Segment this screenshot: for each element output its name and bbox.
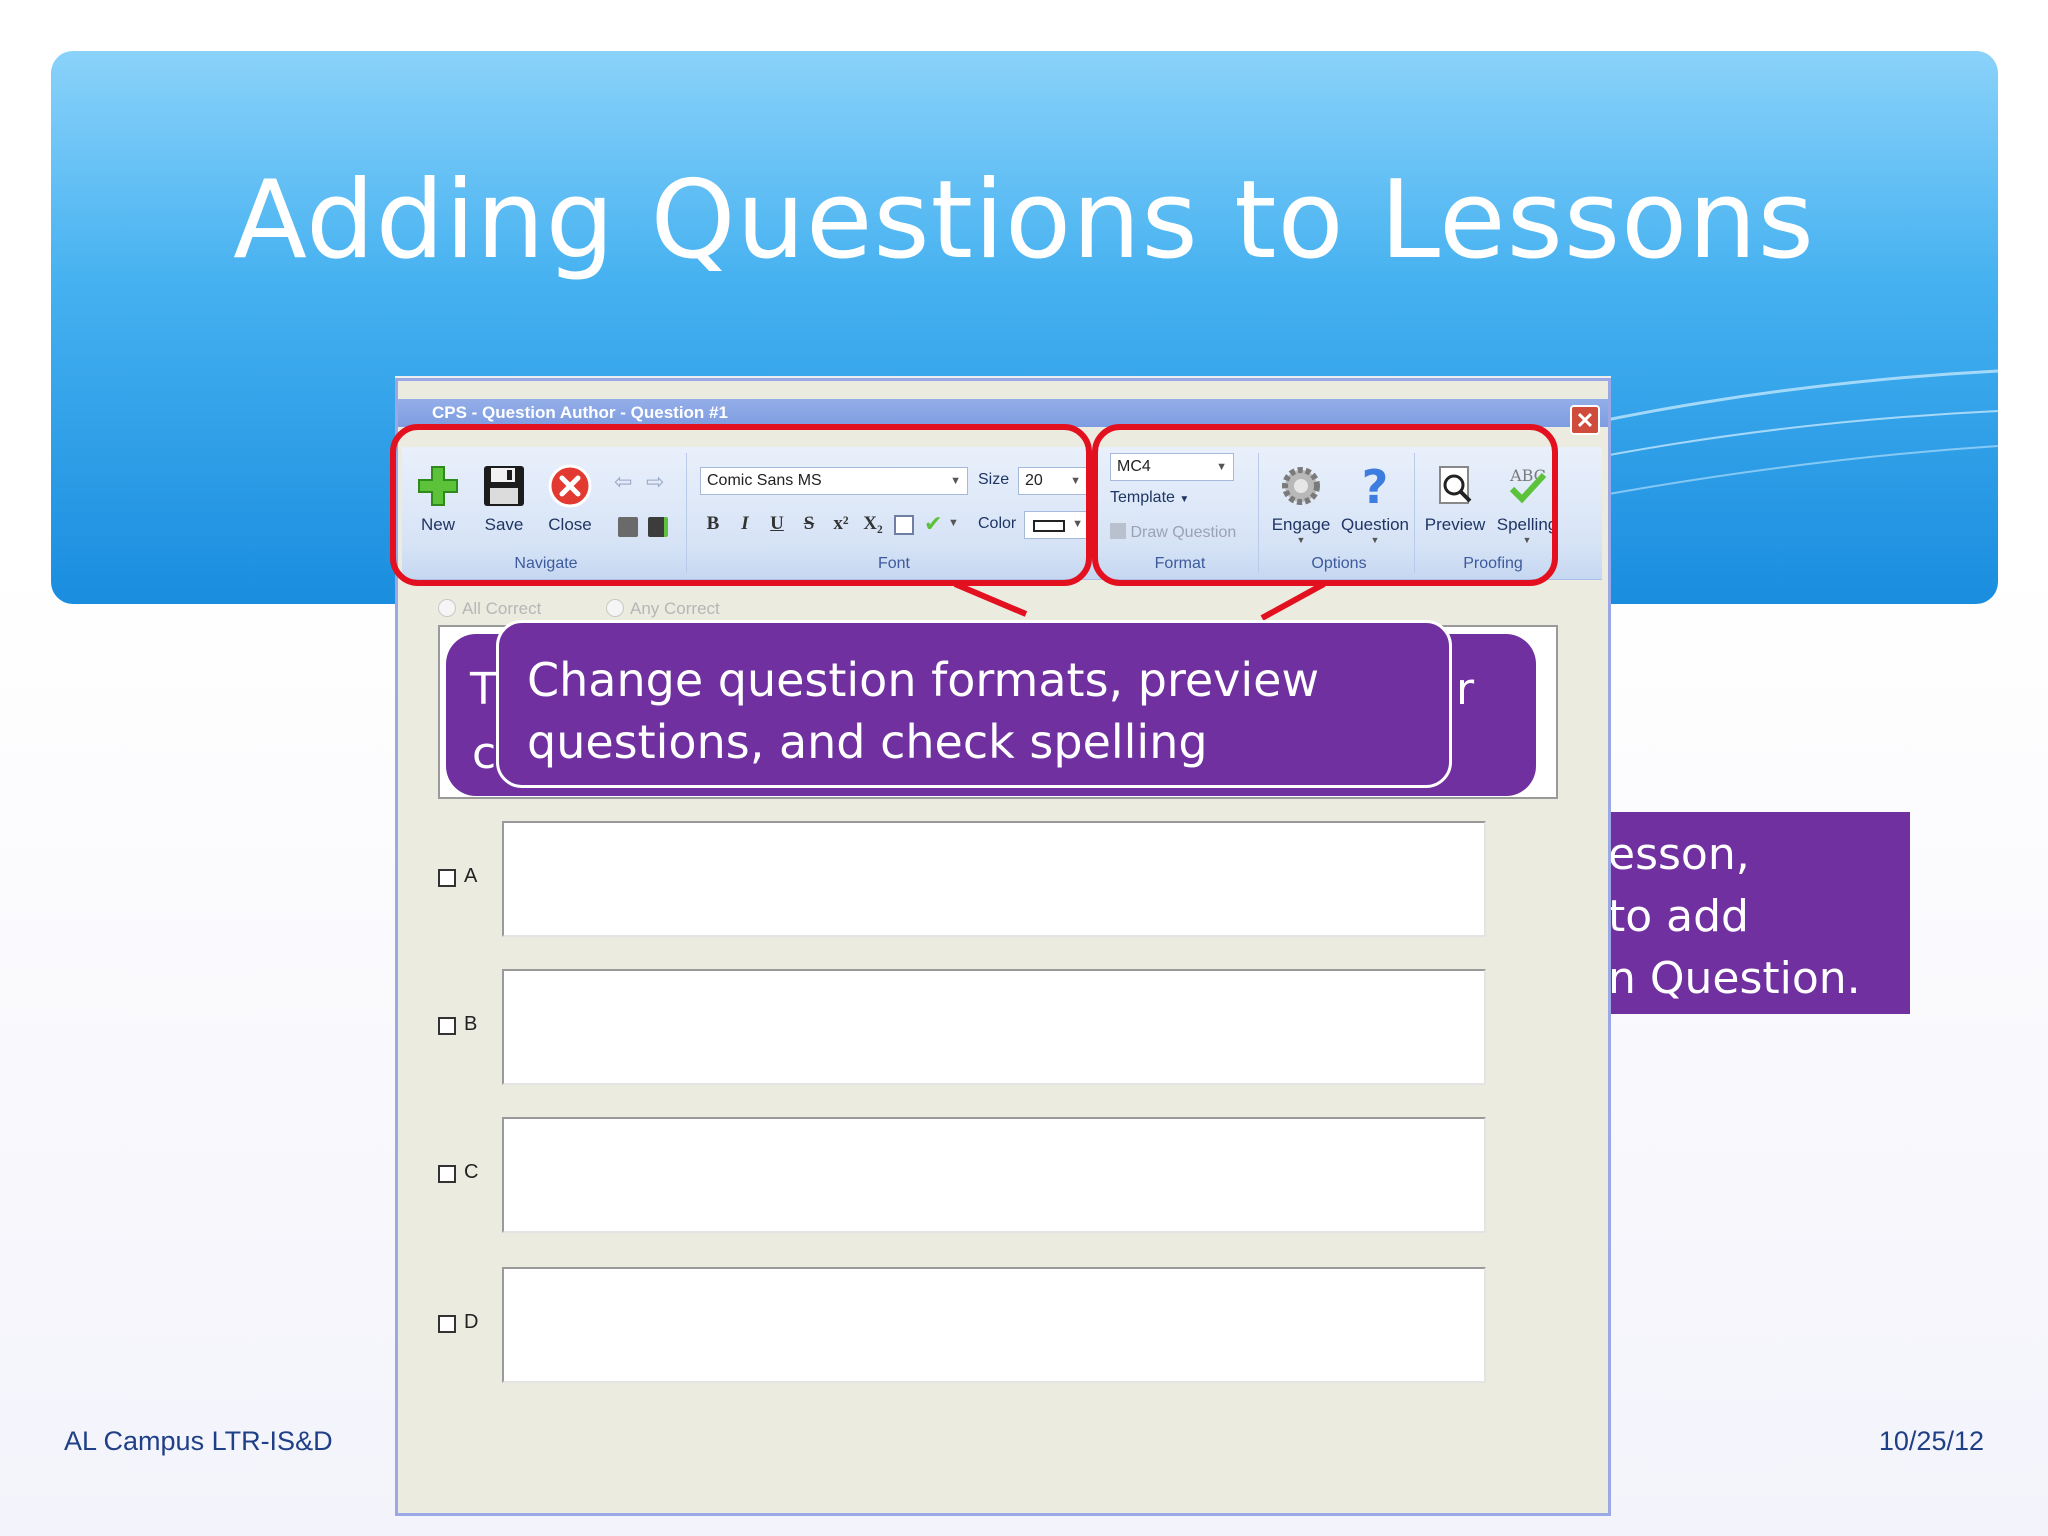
background-callout-letter-1: T — [470, 664, 497, 715]
answer-d-letter: D — [464, 1311, 479, 1333]
answer-d-input[interactable] — [502, 1267, 1486, 1383]
any-correct-option[interactable]: Any Correct — [606, 599, 720, 619]
answer-c-input[interactable] — [502, 1117, 1486, 1233]
answer-row-c: C — [438, 1117, 1558, 1237]
background-line-3: n Question. — [1608, 953, 1861, 1004]
highlight-format-options-proofing — [1092, 424, 1558, 586]
window-title: CPS - Question Author - Question #1 — [432, 403, 728, 422]
any-correct-label: Any Correct — [630, 599, 720, 618]
answer-c-letter: C — [464, 1161, 479, 1183]
answer-a-checkbox[interactable] — [438, 869, 456, 887]
answer-row-d: D — [438, 1267, 1558, 1387]
any-correct-radio[interactable] — [606, 599, 624, 617]
answer-a-letter: A — [464, 865, 478, 887]
answer-row-b: B — [438, 969, 1558, 1089]
background-line-1: esson, — [1608, 829, 1750, 880]
background-callout-letter-3: r — [1456, 664, 1475, 715]
all-correct-label: All Correct — [462, 599, 542, 618]
answer-b-letter: B — [464, 1013, 478, 1035]
answer-d-checkbox[interactable] — [438, 1315, 456, 1333]
slide-title: Adding Questions to Lessons — [233, 158, 1815, 283]
answer-b-input[interactable] — [502, 969, 1486, 1085]
background-line-2: to add — [1608, 891, 1749, 942]
window-titlebar[interactable]: CPS - Question Author - Question #1 — [398, 399, 1608, 427]
highlight-navigate-font — [390, 424, 1092, 586]
footer-left: AL Campus LTR-IS&D — [64, 1426, 333, 1456]
answer-a-input[interactable] — [502, 821, 1486, 937]
callout-box: Change question formats, preview questio… — [496, 620, 1452, 788]
all-correct-radio[interactable] — [438, 599, 456, 617]
answer-b-checkbox[interactable] — [438, 1017, 456, 1035]
answer-row-a: A — [438, 821, 1558, 941]
footer-right: 10/25/12 — [1878, 1426, 1984, 1456]
background-callout-letter-2: c — [472, 728, 497, 779]
background-text-box-lines: esson, to add n Question. — [1608, 824, 1861, 1010]
answer-c-checkbox[interactable] — [438, 1165, 456, 1183]
all-correct-option[interactable]: All Correct — [438, 599, 541, 619]
callout-text: Change question formats, preview questio… — [527, 653, 1320, 769]
window-close-button[interactable]: ✕ — [1570, 405, 1600, 435]
